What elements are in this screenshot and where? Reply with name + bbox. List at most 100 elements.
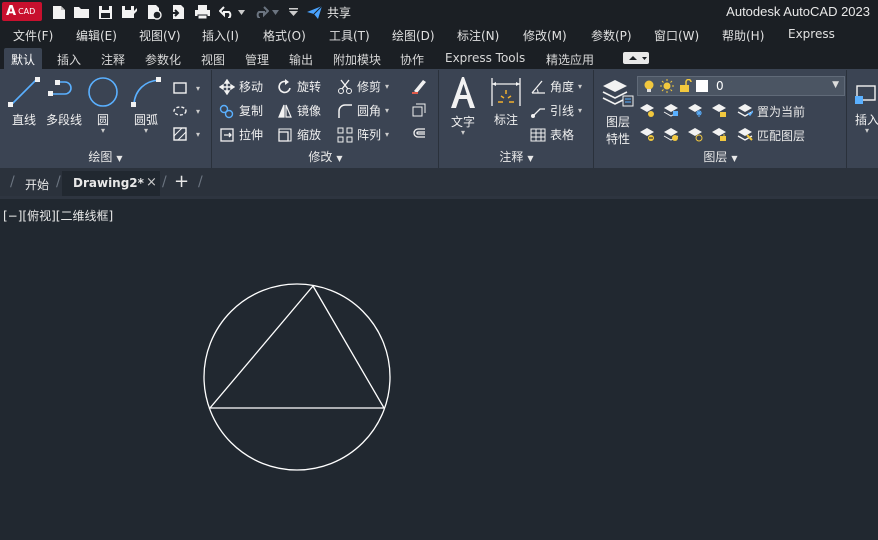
line-button[interactable]: 直线 (6, 76, 42, 128)
panel-modify-title-text: 修改 (308, 150, 333, 164)
menu-help[interactable]: 帮助(H) (722, 27, 764, 44)
layer-off-icon[interactable] (639, 102, 655, 121)
arc-button[interactable]: 圆弧 ▾ (128, 76, 164, 135)
make-current-button[interactable]: 置为当前 (737, 102, 805, 121)
layer-properties-button[interactable]: 图层 特性 (599, 78, 637, 147)
tab-start[interactable]: 开始 (25, 176, 49, 193)
match-layer-button[interactable]: 匹配图层 (737, 126, 805, 145)
erase-button[interactable] (411, 78, 431, 94)
layer-on-icon[interactable] (639, 126, 655, 145)
open-file-icon[interactable] (72, 3, 90, 21)
share-icon[interactable] (305, 3, 323, 21)
panel-annotation-title[interactable]: 注释 ▼ (440, 148, 593, 165)
drawing-canvas[interactable]: [−][俯视][二维线框] (0, 196, 878, 540)
new-tab-icon[interactable]: + (174, 171, 189, 192)
layer-thaw-icon[interactable] (687, 126, 703, 145)
menu-insert[interactable]: 插入(I) (202, 27, 239, 44)
menu-parametric[interactable]: 参数(P) (591, 27, 632, 44)
move-button[interactable]: 移动 (219, 78, 263, 95)
panel-modify-title[interactable]: 修改 ▼ (213, 148, 438, 165)
leader-button[interactable]: 引线 ▾ (530, 102, 582, 119)
fillet-button[interactable]: 圆角 ▾ (337, 102, 389, 119)
tab-collaborate[interactable]: 协作 (400, 51, 424, 68)
layer-dropdown[interactable]: 0 ▼ (637, 76, 845, 96)
trim-dropdown-icon[interactable]: ▾ (385, 82, 389, 91)
drawn-circle[interactable] (203, 283, 391, 471)
save-icon[interactable] (96, 3, 114, 21)
fillet-dropdown-icon[interactable]: ▾ (385, 106, 389, 115)
tab-annotate[interactable]: 注释 (101, 51, 125, 68)
menu-modify[interactable]: 修改(M) (523, 27, 567, 44)
layer-unlock-icon[interactable] (711, 126, 727, 145)
close-icon[interactable]: × (146, 175, 157, 190)
polyline-button[interactable]: 多段线 (44, 76, 84, 128)
array-button[interactable]: 阵列 ▾ (337, 126, 389, 143)
mirror-button[interactable]: 镜像 (277, 102, 321, 119)
hatch-button[interactable]: ▾ (172, 103, 200, 119)
table-button[interactable]: 表格 (530, 126, 574, 143)
save-to-web-icon[interactable] (169, 3, 187, 21)
panel-layers-title[interactable]: 图层 ▼ (595, 148, 846, 165)
copy-button[interactable]: 复制 (219, 102, 263, 119)
redo-dropdown-icon[interactable] (270, 3, 280, 21)
undo-icon[interactable] (218, 3, 236, 21)
sun-icon (660, 79, 674, 93)
tab-view[interactable]: 视图 (201, 51, 225, 68)
layer-unisolate-icon[interactable] (663, 126, 679, 145)
tab-default[interactable]: 默认 (11, 51, 35, 68)
application-menu-button[interactable]: A CAD (2, 2, 42, 21)
hatch-dropdown-icon[interactable]: ▾ (196, 130, 200, 139)
menu-file[interactable]: 文件(F) (13, 27, 53, 44)
array-dropdown-icon[interactable]: ▾ (385, 130, 389, 139)
layer-lock-icon[interactable] (711, 102, 727, 121)
layer-freeze-icon[interactable] (687, 102, 703, 121)
menu-tools[interactable]: 工具(T) (329, 27, 370, 44)
menu-dimension[interactable]: 标注(N) (457, 27, 499, 44)
tab-express-tools[interactable]: Express Tools (445, 51, 525, 65)
ribbon-toggle-button[interactable] (623, 52, 649, 64)
menu-view[interactable]: 视图(V) (139, 27, 181, 44)
rectangle-dropdown-icon[interactable]: ▾ (196, 84, 200, 93)
angle-dropdown-icon[interactable]: ▾ (578, 82, 582, 91)
tab-manage[interactable]: 管理 (245, 51, 269, 68)
share-button[interactable]: 共享 (327, 4, 351, 21)
stretch-button[interactable]: 拉伸 (219, 126, 263, 143)
trim-button[interactable]: 修剪 ▾ (337, 78, 389, 95)
leader-dropdown-icon[interactable]: ▾ (578, 106, 582, 115)
offset-button[interactable] (411, 126, 431, 142)
tab-output[interactable]: 输出 (289, 51, 313, 68)
circle-dropdown-icon[interactable]: ▾ (86, 126, 120, 135)
layer-isolate-icon[interactable] (663, 102, 679, 121)
tab-addins[interactable]: 附加模块 (333, 51, 381, 68)
customize-toolbar-icon[interactable] (287, 3, 299, 21)
plot-icon[interactable] (193, 3, 211, 21)
save-as-icon[interactable] (120, 3, 138, 21)
menu-format[interactable]: 格式(O) (263, 27, 306, 44)
menu-express[interactable]: Express (788, 27, 835, 41)
redo-icon[interactable] (252, 3, 270, 21)
circle-button[interactable]: 圆 ▾ (86, 76, 120, 135)
explode-button[interactable] (411, 102, 431, 118)
dimension-button[interactable]: 标注 (488, 76, 524, 128)
tab-featured-apps[interactable]: 精选应用 (546, 51, 594, 68)
rotate-button[interactable]: 旋转 (277, 78, 321, 95)
rectangle-button[interactable]: ▾ (172, 80, 200, 96)
insert-block-button[interactable]: 插入 ▾ (852, 82, 878, 135)
open-from-web-icon[interactable] (145, 3, 163, 21)
panel-draw-title[interactable]: 绘图 ▼ (0, 148, 211, 165)
tab-insert[interactable]: 插入 (57, 51, 81, 68)
tab-parametric[interactable]: 参数化 (145, 51, 181, 68)
menu-window[interactable]: 窗口(W) (654, 27, 699, 44)
boundary-button[interactable]: ▾ (172, 126, 200, 142)
angle-dimension-button[interactable]: 角度 ▾ (530, 78, 582, 95)
menu-edit[interactable]: 编辑(E) (76, 27, 117, 44)
ellipse-dropdown-icon[interactable]: ▾ (196, 107, 200, 116)
polyline-label: 多段线 (45, 113, 82, 127)
undo-dropdown-icon[interactable] (236, 3, 246, 21)
text-button[interactable]: 文字 ▾ (446, 74, 480, 137)
drawn-triangle[interactable] (208, 284, 386, 409)
scale-button[interactable]: 缩放 (277, 126, 321, 143)
new-file-icon[interactable] (50, 3, 68, 21)
tab-drawing[interactable]: Drawing2* × (62, 171, 160, 196)
menu-draw[interactable]: 绘图(D) (392, 27, 435, 44)
